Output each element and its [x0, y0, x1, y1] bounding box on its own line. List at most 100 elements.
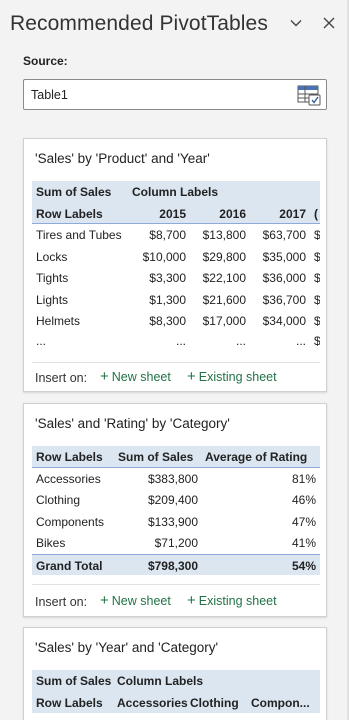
table-cell: 46%	[291, 493, 316, 507]
table-cell: $34,000	[262, 314, 306, 328]
card-title: 'Sales' and 'Rating' by 'Category'	[35, 416, 230, 431]
table-cell: $	[314, 249, 320, 264]
row-label: Accessories	[36, 471, 101, 486]
pivot-preview-table: Sum of Sales Column Labels Row Labels Ac…	[32, 670, 320, 720]
table-row: Helmets $8,300 $17,000 $34,000 $	[32, 310, 320, 332]
table-cell: $209,400	[147, 493, 198, 507]
table-header-row: Row Labels Accessories Clothing Compon..…	[32, 691, 320, 713]
new-sheet-link[interactable]: + New sheet	[100, 368, 171, 385]
table-cell: 47%	[291, 514, 316, 529]
header-cell: Sum of Sales	[118, 450, 194, 464]
pivot-card-year-category[interactable]: 'Sales' by 'Year' and 'Category' Sum of …	[23, 627, 327, 720]
header-cell: Clothing	[190, 695, 239, 710]
header-cell: 2015	[159, 206, 186, 221]
table-row: ... ... ... ... $	[32, 332, 320, 358]
pivot-preview-table: Sum of Sales Column Labels Row Labels 20…	[32, 181, 320, 363]
plus-icon: +	[100, 592, 109, 609]
divider	[32, 584, 320, 585]
grand-total-row: Grand Total $798,300 54%	[32, 553, 320, 575]
table-cell: $13,800	[202, 228, 246, 242]
plus-icon: +	[100, 368, 109, 385]
table-cell: 54%	[291, 558, 316, 573]
table-cell: $17,000	[202, 314, 246, 328]
plus-icon: +	[187, 592, 196, 609]
table-cell: $36,700	[262, 292, 306, 307]
pane-title: Recommended PivotTables	[10, 12, 268, 35]
table-cell: ...	[175, 333, 186, 348]
row-label: Tires and Tubes	[36, 228, 122, 242]
header-cell: 2016	[219, 206, 246, 221]
table-row: Lights $1,300 $21,600 $36,700 $	[32, 289, 320, 311]
table-cell: ...	[235, 333, 246, 348]
card-title: 'Sales' by 'Year' and 'Category'	[35, 640, 219, 655]
card-title: 'Sales' by 'Product' and 'Year'	[35, 151, 210, 166]
table-cell: $35,000	[262, 249, 306, 264]
table-header-row: Row Labels 2015 2016 2017 (	[32, 202, 320, 224]
table-cell: $383,800	[147, 471, 198, 486]
table-cell: $3,300	[149, 271, 186, 285]
table-cell: $	[314, 228, 320, 242]
header-cell: Column Labels	[117, 674, 204, 688]
insert-on-label: Insert on:	[35, 595, 88, 609]
existing-sheet-label[interactable]: Existing sheet	[199, 370, 277, 384]
header-cell: Compon...	[251, 695, 310, 710]
table-header-row: Row Labels Sum of Sales Average of Ratin…	[32, 446, 320, 468]
table-row: Locks $10,000 $29,800 $35,000 $	[32, 246, 320, 268]
table-cell: ...	[295, 333, 306, 348]
close-icon[interactable]	[320, 14, 338, 32]
table-cell: $10,000	[142, 249, 186, 264]
header-cell: Row Labels	[36, 450, 103, 464]
table-cell: $63,700	[262, 228, 306, 242]
range-select-icon[interactable]	[297, 84, 321, 106]
pivot-card-category[interactable]: 'Sales' and 'Rating' by 'Category' Row L…	[23, 403, 327, 617]
table-row: Bikes $71,200 41%	[32, 532, 320, 554]
table-cell: $798,300	[147, 558, 198, 573]
header-cell: Row Labels	[36, 206, 103, 221]
table-cell: 81%	[291, 471, 316, 486]
table-cell: $21,600	[202, 292, 246, 307]
plus-icon: +	[187, 368, 196, 385]
source-input[interactable]: Table1	[23, 79, 327, 110]
table-header-row: Sum of Sales Column Labels	[32, 670, 320, 692]
new-sheet-label[interactable]: New sheet	[112, 594, 171, 608]
table-row: Tights $3,300 $22,100 $36,000 $	[32, 267, 320, 289]
row-label: Bikes	[36, 536, 66, 550]
existing-sheet-label[interactable]: Existing sheet	[199, 594, 277, 608]
row-label: Clothing	[36, 493, 81, 507]
table-row: Accessories $383,800 81%	[32, 468, 320, 490]
table-cell: $	[314, 314, 320, 328]
new-sheet-label[interactable]: New sheet	[112, 370, 171, 384]
row-label: Grand Total	[36, 558, 103, 573]
table-row: Components $133,900 47%	[32, 511, 320, 533]
row-label: Tights	[36, 271, 69, 285]
insert-on-label: Insert on:	[35, 371, 88, 385]
table-cell: $1,300	[149, 292, 186, 307]
table-cell: $	[314, 271, 320, 285]
table-row: Clothing $209,400 46%	[32, 489, 320, 511]
row-label: Components	[36, 514, 105, 529]
table-cell: $8,300	[149, 314, 186, 328]
divider	[32, 362, 320, 363]
header-cell: Average of Rating	[205, 450, 308, 464]
existing-sheet-link[interactable]: + Existing sheet	[187, 368, 277, 385]
table-header-row: Sum of Sales Column Labels	[32, 181, 320, 203]
new-sheet-link[interactable]: + New sheet	[100, 592, 171, 609]
existing-sheet-link[interactable]: + Existing sheet	[187, 592, 277, 609]
source-label: Source:	[23, 54, 68, 68]
table-cell: 41%	[291, 536, 316, 550]
table-cell: $8,700	[149, 228, 186, 242]
recommendations-list[interactable]: 'Sales' by 'Product' and 'Year' Sum of S…	[0, 126, 349, 720]
chevron-down-icon[interactable]	[287, 14, 305, 32]
header-cell: Sum of Sales	[36, 185, 112, 199]
pivot-card-product-year[interactable]: 'Sales' by 'Product' and 'Year' Sum of S…	[23, 138, 327, 392]
row-label: Lights	[36, 292, 69, 307]
pivot-preview-table: Row Labels Sum of Sales Average of Ratin…	[32, 446, 320, 578]
source-value[interactable]: Table1	[31, 88, 68, 102]
table-cell: $	[314, 333, 320, 348]
table-row: Tires and Tubes $8,700 $13,800 $63,700 $	[32, 224, 320, 246]
table-cell: $29,800	[202, 249, 246, 264]
pane-header: Recommended PivotTables	[0, 0, 349, 48]
header-cell: Accessories	[117, 695, 188, 710]
row-label: ...	[36, 333, 47, 348]
table-cell: $22,100	[202, 271, 246, 285]
